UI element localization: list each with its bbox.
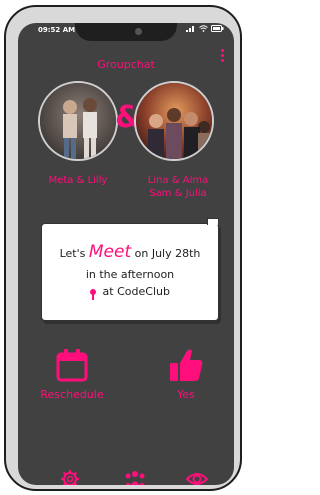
phone-frame: 09:52 AM Groupchat & Meta & Lilly Lina &… (4, 5, 242, 491)
battery-icon (211, 25, 224, 32)
signal-icon (186, 26, 194, 32)
group-icon (125, 471, 145, 485)
calendar-icon (56, 349, 88, 382)
invite-line-3: at CodeClub (42, 285, 218, 300)
card-fold (207, 218, 219, 225)
avatar-group-a[interactable] (38, 81, 118, 161)
wifi-icon (199, 25, 208, 32)
invite-location: at CodeClub (102, 285, 170, 298)
app-screen: 09:52 AM Groupchat & Meta & Lilly Lina &… (18, 23, 234, 485)
camera-icon (135, 28, 142, 35)
status-icons (186, 25, 224, 32)
eye-icon (185, 473, 209, 485)
yes-button[interactable]: Yes (156, 348, 216, 408)
yes-label: Yes (177, 388, 195, 401)
invite-when: on July 28th (134, 247, 201, 260)
settings-nav-button[interactable] (60, 469, 80, 485)
group-b-photo (136, 83, 212, 159)
reschedule-label: Reschedule (40, 388, 104, 401)
group-a-photo (40, 83, 116, 159)
more-options-icon[interactable] (218, 49, 226, 65)
avatar-group-b[interactable] (134, 81, 214, 161)
gear-icon (61, 470, 79, 485)
reschedule-button[interactable]: Reschedule (32, 348, 112, 408)
status-time: 09:52 AM (38, 26, 76, 34)
group-b-name-line1: Lina & Alma (147, 175, 209, 186)
members-nav-button[interactable] (124, 469, 145, 485)
invite-line-2: in the afternoon (85, 268, 175, 281)
group-b-name-line2: Sam & Julia (149, 188, 207, 199)
meeting-invite-card: Let's Meet on July 28th in the afternoon… (41, 218, 219, 321)
invite-line-1: Let's Meet on July 28th (42, 242, 218, 262)
group-a-name: Meta & Lilly (48, 175, 108, 186)
phone-notch (75, 23, 177, 41)
page-title: Groupchat (97, 58, 155, 71)
invite-meet: Meet (88, 242, 132, 262)
view-nav-button[interactable] (185, 469, 209, 485)
location-pin-icon (90, 289, 97, 300)
invite-lets: Let's (59, 247, 86, 260)
thumbs-up-icon (170, 349, 203, 381)
